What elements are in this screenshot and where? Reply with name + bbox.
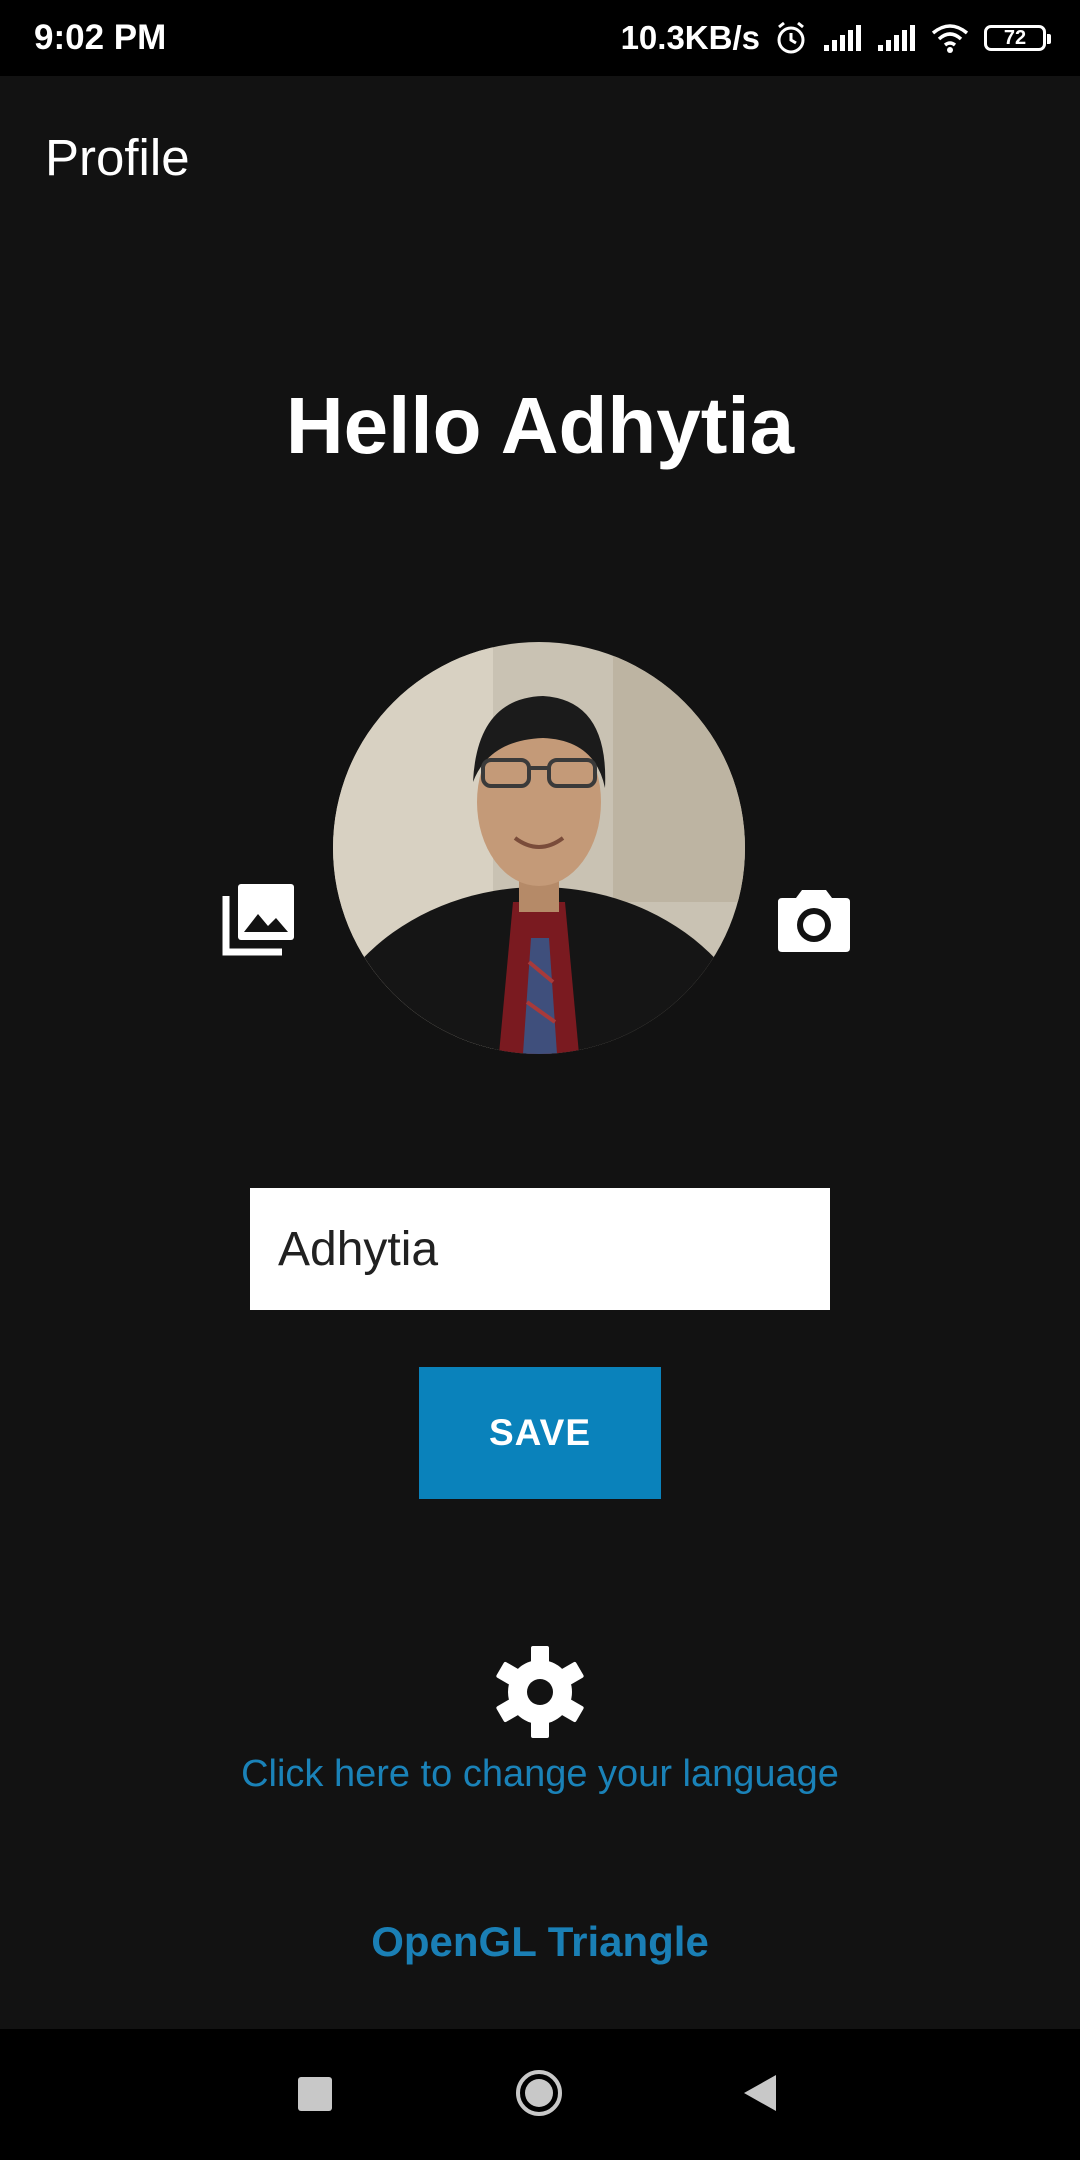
photo-library-icon[interactable] xyxy=(222,880,298,956)
camera-icon[interactable] xyxy=(776,882,852,958)
wifi-icon xyxy=(931,24,969,53)
status-time: 9:02 PM xyxy=(34,18,167,57)
signal-icon xyxy=(824,25,861,51)
battery-icon: 72 xyxy=(984,25,1051,51)
greeting-heading: Hello Adhytia xyxy=(285,381,795,470)
alarm-icon xyxy=(777,21,805,54)
battery-level: 72 xyxy=(1003,27,1027,49)
change-language-link[interactable]: Click here to change your language xyxy=(0,1748,1080,1800)
page-title: Profile xyxy=(45,129,190,186)
signal-icon xyxy=(878,25,915,51)
home-button[interactable] xyxy=(515,2069,563,2117)
status-bar: 9:02 PM 10.3KB/s 72 xyxy=(0,0,1080,76)
status-icons: 10.3KB/s 72 xyxy=(620,16,1051,60)
avatar[interactable] xyxy=(333,642,745,1054)
profile-screen: Profile Hello Adhytia Adhytia SAVE Click… xyxy=(0,76,1080,2029)
gear-icon[interactable] xyxy=(490,1642,590,1742)
name-input[interactable] xyxy=(250,1188,830,1310)
avatar-photo xyxy=(333,642,745,1054)
back-button[interactable] xyxy=(742,2073,778,2113)
network-speed: 10.3KB/s xyxy=(620,19,760,56)
save-button[interactable]: SAVE xyxy=(419,1367,661,1499)
recents-button[interactable] xyxy=(298,2077,332,2111)
opengl-triangle-link[interactable]: OpenGL Triangle xyxy=(0,1914,1080,1970)
navigation-bar xyxy=(0,2029,1080,2160)
